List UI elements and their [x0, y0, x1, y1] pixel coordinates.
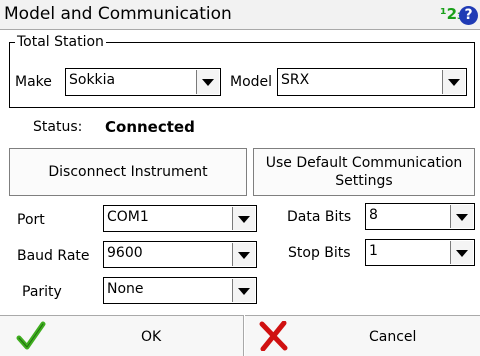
- status-label: Status:: [33, 119, 83, 135]
- baud-rate-value: 9600: [107, 245, 143, 261]
- disconnect-instrument-label: Disconnect Instrument: [48, 164, 208, 180]
- chevron-down-icon[interactable]: [442, 70, 465, 94]
- port-value: COM1: [107, 209, 149, 225]
- data-bits-dropdown[interactable]: 8: [365, 203, 475, 230]
- window-title: Model and Communication: [4, 4, 232, 24]
- chevron-down-icon[interactable]: [232, 279, 255, 302]
- data-bits-label: Data Bits: [287, 209, 352, 225]
- red-x-icon: [259, 321, 288, 351]
- port-dropdown[interactable]: COM1: [103, 205, 257, 232]
- total-station-legend: Total Station: [15, 34, 106, 50]
- ok-button[interactable]: OK: [0, 315, 244, 356]
- status-value: Connected: [105, 118, 195, 136]
- cancel-button[interactable]: Cancel: [245, 315, 480, 356]
- ok-label: OK: [141, 329, 162, 345]
- use-default-label-line2: Settings: [335, 173, 393, 189]
- model-value: SRX: [281, 72, 310, 88]
- help-icon[interactable]: ?: [459, 6, 478, 25]
- model-dropdown[interactable]: SRX: [277, 68, 467, 96]
- model-label: Model: [230, 74, 273, 90]
- stop-bits-label: Stop Bits: [288, 245, 351, 261]
- parity-value: None: [107, 281, 144, 297]
- port-label: Port: [17, 212, 45, 228]
- chevron-down-icon[interactable]: [196, 70, 219, 94]
- parity-dropdown[interactable]: None: [103, 277, 257, 304]
- baud-rate-label: Baud Rate: [17, 248, 90, 264]
- cancel-label: Cancel: [369, 329, 417, 345]
- make-value: Sokkia: [69, 72, 116, 88]
- make-label: Make: [15, 74, 52, 90]
- use-default-communication-button[interactable]: Use Default Communication Settings: [253, 148, 475, 196]
- parity-label: Parity: [22, 284, 62, 300]
- data-bits-value: 8: [369, 207, 378, 223]
- disconnect-instrument-button[interactable]: Disconnect Instrument: [9, 148, 247, 196]
- stop-bits-value: 1: [369, 243, 378, 259]
- chevron-down-icon[interactable]: [232, 207, 255, 230]
- make-dropdown[interactable]: Sokkia: [65, 68, 221, 96]
- baud-rate-dropdown[interactable]: 9600: [103, 241, 257, 268]
- stop-bits-dropdown[interactable]: 1: [365, 239, 475, 266]
- checkmark-icon: [16, 321, 46, 350]
- chevron-down-icon[interactable]: [232, 243, 255, 266]
- chevron-down-icon[interactable]: [450, 205, 473, 228]
- use-default-label-line1: Use Default Communication: [265, 155, 463, 171]
- chevron-down-icon[interactable]: [450, 241, 473, 264]
